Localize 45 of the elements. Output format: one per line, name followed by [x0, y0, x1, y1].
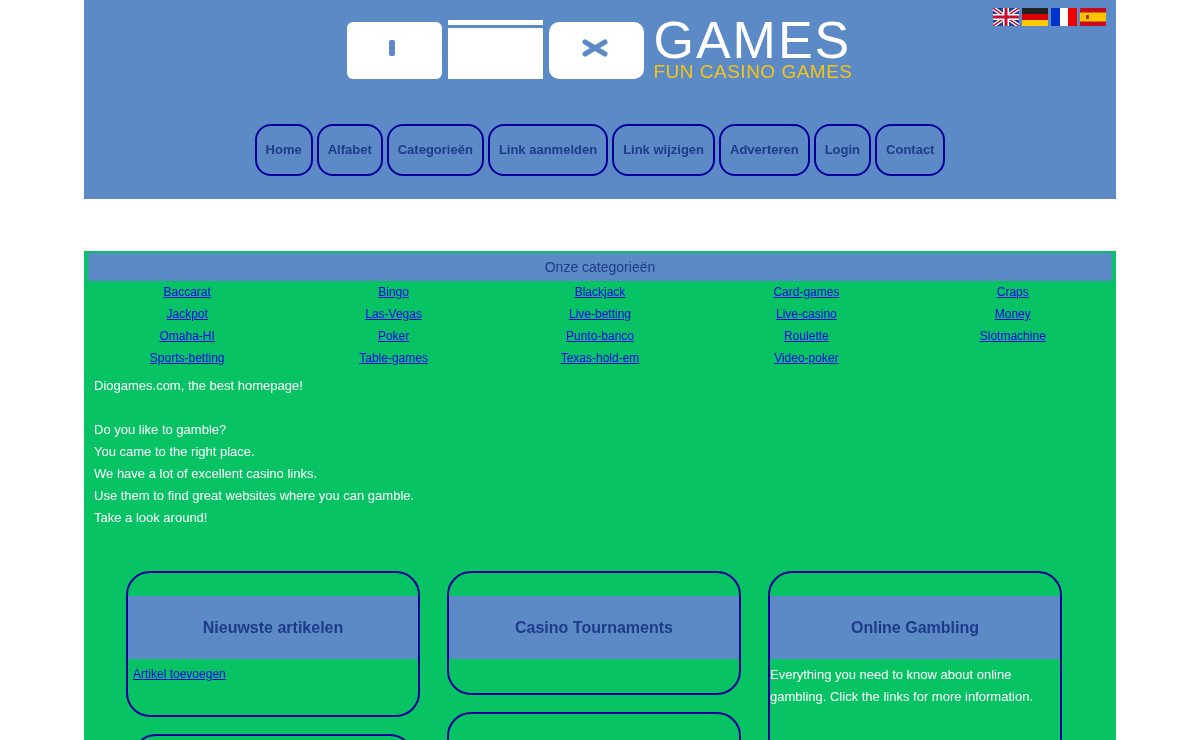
intro-text: We have a lot of excellent casino links.: [94, 465, 319, 483]
nav-button[interactable]: Categorieën: [386, 124, 484, 176]
category-link[interactable]: Omaha-HI: [159, 329, 215, 343]
nav-button[interactable]: Login: [813, 124, 872, 176]
category-link[interactable]: Texas-hold-em: [560, 351, 640, 365]
category-link[interactable]: Table-games: [359, 351, 428, 365]
card-text: Everything you need to know about online gambling. Click the links for more information.: [770, 666, 1034, 706]
uk-flag-icon[interactable]: [993, 8, 1019, 26]
category-link[interactable]: Card-games: [773, 285, 840, 299]
category-link[interactable]: Sports-betting: [149, 351, 225, 365]
category-link[interactable]: Punto-banco: [565, 329, 634, 343]
category-link[interactable]: Bingo: [378, 285, 409, 299]
card-title: Online Gambling: [770, 596, 1060, 659]
category-link[interactable]: Las-Vegas: [365, 307, 422, 321]
category-link[interactable]: Live-casino: [776, 307, 837, 321]
nav-button[interactable]: Adverteren: [719, 124, 810, 176]
intro-text: Use them to find great websites where you can gamble.: [94, 487, 416, 505]
nav-button[interactable]: Link wijzigen: [612, 124, 716, 176]
section-title: Onze categorieën: [88, 253, 1112, 281]
intro-heading: Diogames.com, the best homepage!: [94, 377, 304, 395]
category-link[interactable]: Video-poker: [774, 351, 839, 365]
french-flag-icon[interactable]: [1051, 8, 1077, 26]
nav-button[interactable]: Contact: [875, 124, 946, 176]
intro-text: Do you like to gamble?: [94, 421, 228, 439]
category-link[interactable]: Roulette: [784, 329, 829, 343]
category-link[interactable]: Blackjack: [574, 285, 626, 299]
nav-button[interactable]: Alfabet: [316, 124, 383, 176]
add-article-link[interactable]: Artikel toevoegen: [133, 665, 226, 683]
nav-button[interactable]: Link aanmelden: [487, 124, 609, 176]
category-link[interactable]: Money: [994, 307, 1031, 321]
logo-tagline: FUN CASINO GAMES: [653, 62, 853, 82]
card-title: Casino Tournaments: [449, 596, 739, 659]
nav-button[interactable]: Home: [254, 124, 313, 176]
card-title: Nieuwste artikelen: [128, 596, 418, 659]
german-flag-icon[interactable]: [1022, 8, 1048, 26]
logo-title: GAMES: [653, 18, 853, 62]
intro-text: You came to the right place.: [94, 443, 256, 461]
category-link[interactable]: Baccarat: [163, 285, 211, 299]
category-link[interactable]: Jackpot: [166, 307, 208, 321]
category-link[interactable]: Craps: [996, 285, 1029, 299]
spanish-flag-icon[interactable]: [1080, 8, 1106, 26]
intro-text: Take a look around!: [94, 509, 209, 527]
category-link[interactable]: Poker: [377, 329, 410, 343]
category-link[interactable]: Live-betting: [568, 307, 631, 321]
category-link[interactable]: Slotmachine: [979, 329, 1046, 343]
